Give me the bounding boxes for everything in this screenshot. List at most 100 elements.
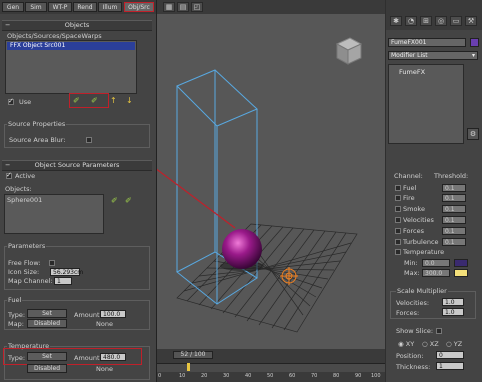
axis-yz-radio[interactable]: ○ YZ	[446, 340, 462, 348]
frame-counter[interactable]: 52 / 100	[173, 351, 213, 359]
area-blur-label: Source Area Blur:	[9, 136, 66, 144]
fuel-label: Fuel	[7, 296, 23, 304]
free-flow-checkbox[interactable]	[49, 260, 55, 266]
icon-size-input[interactable]: 56.293cm	[50, 268, 83, 276]
add-source-icon[interactable]: ✐	[125, 196, 132, 205]
config-icon[interactable]: ⚙	[467, 128, 479, 140]
time-slider[interactable]: 52 / 100 0 10 20 30 40 50 60 70 80 90 10…	[157, 349, 385, 382]
temperature-channel-checkbox[interactable]	[395, 249, 401, 255]
create-tab-icon[interactable]: ✱	[390, 16, 402, 26]
min-color-swatch[interactable]	[454, 259, 468, 267]
temp-map-button[interactable]: Disabled	[27, 364, 67, 373]
key-marker	[187, 363, 190, 371]
show-slice-checkbox[interactable]	[436, 328, 442, 334]
fire-channel-checkbox[interactable]	[395, 195, 401, 201]
tab-rend[interactable]: Rend	[73, 2, 97, 12]
tick-label: 20	[201, 373, 208, 379]
thickness-label: Thickness:	[396, 363, 431, 371]
source-properties-label: Source Properties	[7, 120, 67, 128]
max-label: Max:	[404, 269, 420, 277]
smoke-channel-checkbox[interactable]	[395, 206, 401, 212]
turbulence-channel-checkbox[interactable]	[395, 239, 401, 245]
track-bar[interactable]	[157, 363, 385, 372]
position-input[interactable]: 0	[436, 351, 464, 359]
min-input[interactable]: 0.0	[422, 259, 450, 267]
move-up-icon[interactable]: ↑	[110, 96, 117, 105]
tick-label: 10	[179, 373, 186, 379]
temp-type-button[interactable]: Set	[27, 352, 67, 361]
objects-list[interactable]: FFX Object Src001	[5, 40, 137, 94]
list-item[interactable]: FFX Object Src001	[7, 42, 135, 50]
area-blur-checkbox[interactable]	[86, 137, 92, 143]
pick-object-icon[interactable]: ✐	[73, 96, 80, 105]
objects-label: Objects:	[5, 185, 32, 193]
perspective-viewport[interactable]	[66, 14, 385, 350]
object-color-swatch[interactable]	[470, 38, 479, 47]
velocities-channel-checkbox[interactable]	[395, 217, 401, 223]
modifier-list-dropdown[interactable]: Modifier List ▾	[388, 51, 478, 60]
list-item[interactable]: Sphere001	[7, 196, 42, 204]
scene-svg	[66, 37, 363, 333]
tick-label: 60	[289, 373, 296, 379]
position-label: Position:	[396, 352, 424, 360]
scale-multiplier-label: Scale Multiplier	[396, 287, 448, 295]
temp-amount-label: Amount:	[74, 354, 102, 362]
channel-name: Smoke	[403, 205, 425, 213]
use-checkbox[interactable]	[8, 97, 14, 105]
fuel-amount-label: Amount:	[74, 311, 102, 319]
object-name-field[interactable]: FumeFX001	[388, 38, 466, 47]
axis-xz-radio[interactable]: ○ XZ	[422, 340, 439, 348]
max-input[interactable]: 300.0	[422, 269, 450, 277]
pick-source-icon[interactable]: ✐	[111, 196, 118, 205]
max-color-swatch[interactable]	[454, 269, 468, 277]
tab-sim[interactable]: Sim	[25, 2, 47, 12]
objects-rollout-header[interactable]: − Objects	[2, 20, 152, 31]
thickness-input[interactable]: 1	[436, 362, 464, 370]
display-tab-icon[interactable]: ▭	[450, 16, 462, 26]
source-objects-list[interactable]: Sphere001	[4, 194, 104, 234]
fuel-map-button[interactable]: Disabled	[27, 319, 67, 328]
viewcube-icon[interactable]	[335, 37, 363, 65]
threshold-input[interactable]: 0.1	[442, 227, 466, 235]
modifier-stack[interactable]: FumeFX	[388, 64, 464, 144]
tab-illum[interactable]: Illum	[98, 2, 122, 12]
toolbar-icon[interactable]: ▤	[177, 2, 189, 12]
move-down-icon[interactable]: ↓	[126, 96, 133, 105]
tab-gen[interactable]: Gen	[2, 2, 24, 12]
threshold-input[interactable]: 0.1	[442, 205, 466, 213]
forces-channel-checkbox[interactable]	[395, 228, 401, 234]
threshold-input[interactable]: 0.1	[442, 216, 466, 224]
active-label: Active	[15, 172, 36, 180]
tick-label: 40	[245, 373, 252, 379]
fuel-channel-checkbox[interactable]	[395, 185, 401, 191]
tick-label: 80	[333, 373, 340, 379]
fuel-amount-input[interactable]: 100.0	[100, 310, 126, 318]
tab-obj-src[interactable]: Obj/Src	[124, 2, 154, 12]
map-channel-input[interactable]: 1	[54, 277, 72, 285]
motion-tab-icon[interactable]: ◎	[435, 16, 447, 26]
fuel-type-button[interactable]: Set	[27, 309, 67, 318]
min-label: Min:	[404, 259, 418, 267]
axis-xy-radio[interactable]: ◉ XY	[398, 340, 414, 348]
temp-amount-input[interactable]: 480.0	[100, 353, 126, 361]
sphere-object[interactable]	[222, 229, 262, 269]
stack-item[interactable]: FumeFX	[399, 68, 425, 76]
hierarchy-tab-icon[interactable]: ⊞	[420, 16, 432, 26]
threshold-input[interactable]: 0.1	[442, 238, 466, 246]
object-source-params-header[interactable]: − Object Source Parameters	[2, 160, 152, 171]
tick-label: 0	[158, 373, 162, 379]
threshold-input[interactable]: 0.1	[442, 184, 466, 192]
velocities-input[interactable]: 1.0	[442, 298, 464, 306]
utilities-tab-icon[interactable]: ⚒	[465, 16, 477, 26]
tab-wtp[interactable]: WT-P	[48, 2, 72, 12]
forces-input[interactable]: 1.0	[442, 308, 464, 316]
active-checkbox[interactable]	[6, 171, 12, 179]
add-list-icon[interactable]: ✐	[91, 96, 98, 105]
toolbar-icon[interactable]: ▦	[163, 2, 175, 12]
modify-tab-icon[interactable]: ◔	[405, 16, 417, 26]
modifier-list-label: Modifier List	[391, 52, 428, 59]
threshold-input[interactable]: 0.1	[442, 194, 466, 202]
panel-tabs: ✱ ◔ ⊞ ◎ ▭ ⚒	[386, 0, 482, 30]
ground-grid	[176, 223, 358, 333]
toolbar-icon[interactable]: ◰	[191, 2, 203, 12]
